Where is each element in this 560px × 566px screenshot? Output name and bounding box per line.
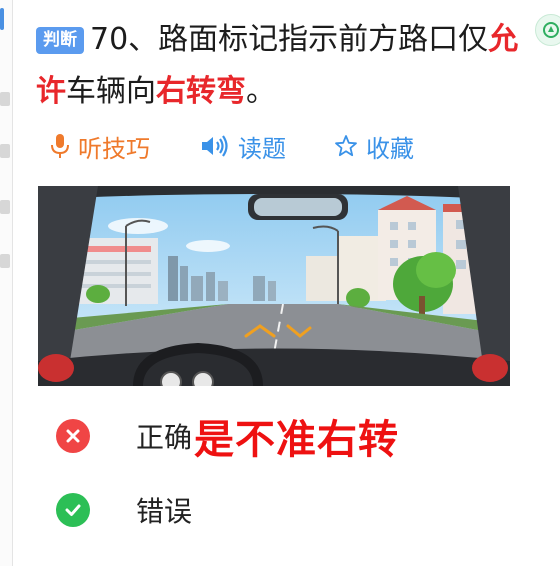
question-actions: 听技巧 读题 收藏 bbox=[50, 128, 470, 164]
previous-page-marker bbox=[0, 8, 4, 30]
question-part: 。 bbox=[246, 74, 276, 109]
option-correct[interactable]: 正确 是不准右转 bbox=[56, 414, 526, 463]
question-type-badge: 判断 bbox=[36, 27, 84, 54]
option-label: 错误 bbox=[136, 495, 193, 528]
option-wrong[interactable]: 错误 bbox=[56, 488, 526, 532]
favorite-label: 收藏 bbox=[366, 134, 414, 163]
read-question-button[interactable]: 读题 bbox=[200, 128, 286, 164]
answer-annotation: 是不准右转 bbox=[194, 417, 400, 463]
check-icon bbox=[56, 493, 90, 527]
close-icon bbox=[56, 419, 90, 453]
microphone-icon bbox=[50, 133, 70, 159]
question-part: 70、路面标记指示前方路口仅 bbox=[90, 22, 489, 57]
listen-tips-button[interactable]: 听技巧 bbox=[50, 128, 150, 164]
assistant-icon[interactable] bbox=[535, 14, 560, 46]
question-part: 车辆向 bbox=[66, 74, 156, 109]
previous-page-edge bbox=[0, 0, 13, 566]
question-text: 判断 70、路面标记指示前方路口仅允许车辆向右转弯。 bbox=[36, 14, 536, 118]
favorite-button[interactable]: 收藏 bbox=[334, 128, 414, 164]
listen-tips-label: 听技巧 bbox=[78, 134, 150, 163]
speaker-icon bbox=[200, 134, 230, 158]
option-label: 正确 bbox=[136, 421, 193, 454]
question-illustration bbox=[38, 186, 510, 386]
question-highlight: 右转弯 bbox=[156, 74, 246, 109]
star-icon bbox=[334, 134, 358, 158]
read-question-label: 读题 bbox=[238, 134, 286, 163]
